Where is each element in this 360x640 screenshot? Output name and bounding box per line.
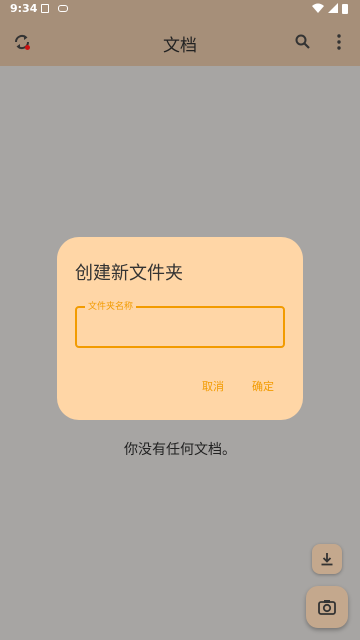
empty-state-message: 你没有任何文档。 xyxy=(124,442,236,458)
battery-icon xyxy=(342,4,348,14)
status-time: 9:34 xyxy=(10,2,38,15)
camera-button[interactable] xyxy=(306,586,348,628)
import-button[interactable] xyxy=(312,544,342,574)
folder-name-field[interactable]: 文件夹名称 xyxy=(75,299,285,348)
camera-icon xyxy=(318,600,336,615)
status-icons xyxy=(312,3,352,15)
more-vert-icon[interactable] xyxy=(332,33,346,51)
app-bar: 文档 xyxy=(0,18,360,66)
create-folder-dialog: 创建新文件夹 文件夹名称 取消 确定 xyxy=(57,237,303,420)
download-icon xyxy=(321,553,333,566)
notification-icon-2 xyxy=(58,5,68,12)
dialog-title: 创建新文件夹 xyxy=(75,263,183,284)
cancel-button[interactable]: 取消 xyxy=(202,378,224,394)
folder-name-label: 文件夹名称 xyxy=(85,299,137,312)
notification-icon xyxy=(41,4,49,13)
ok-button[interactable]: 确定 xyxy=(252,378,274,394)
signal-icon xyxy=(328,3,338,13)
status-bar: 9:34 xyxy=(0,0,360,18)
search-icon[interactable] xyxy=(294,33,312,51)
wifi-icon xyxy=(312,3,324,13)
